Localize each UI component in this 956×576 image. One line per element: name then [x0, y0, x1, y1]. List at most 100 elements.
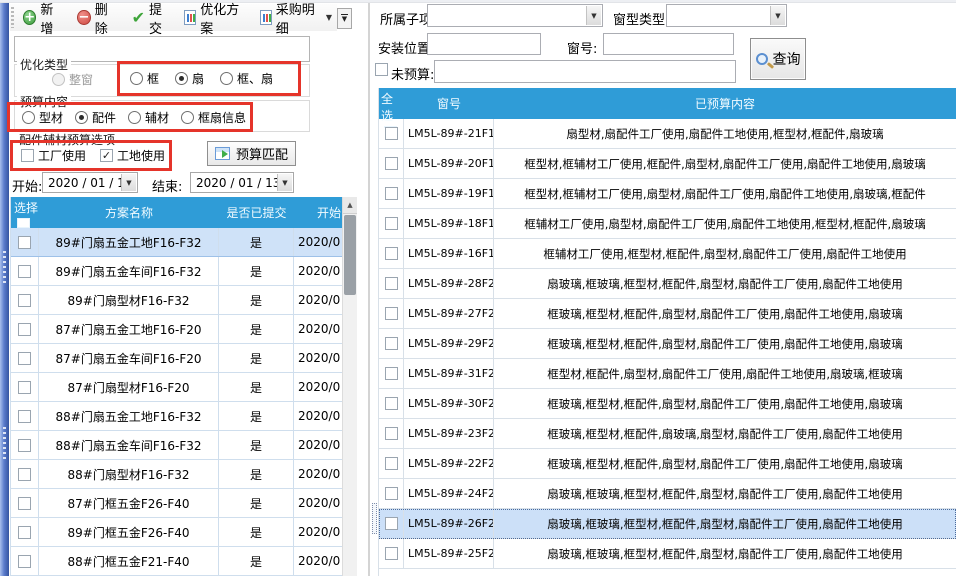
plan-row[interactable]: 87#门扇五金车间F16-F20是2020/0	[11, 344, 357, 373]
row-checkbox[interactable]	[18, 352, 31, 365]
row-checkbox[interactable]	[385, 367, 398, 380]
select-all-column-header[interactable]: 全选	[379, 88, 404, 119]
window-row[interactable]: LM5L-89#-23F21框玻璃,框型材,框配件,扇玻璃,扇型材,扇配件工厂使…	[379, 419, 956, 449]
window-row[interactable]: LM5L-89#-20F18框型材,框辅材工厂使用,框配件,扇型材,扇配件工厂使…	[379, 149, 956, 179]
select-all-checkbox[interactable]	[17, 218, 30, 228]
window-row[interactable]: LM5L-89#-24F22扇玻璃,框玻璃,框型材,框配件,扇型材,扇配件工厂使…	[379, 479, 956, 509]
row-checkbox[interactable]	[385, 187, 398, 200]
row-checkbox[interactable]	[385, 217, 398, 230]
row-checkbox[interactable]	[385, 307, 398, 320]
radio-option-扇[interactable]: 扇	[175, 70, 204, 87]
chevron-down-icon[interactable]: ▼	[277, 174, 292, 191]
plan-row[interactable]: 87#门框五金F26-F40是2020/0	[11, 489, 357, 518]
window-row[interactable]: LM5L-89#-30F28框玻璃,框型材,框配件,扇型材,扇配件工厂使用,扇配…	[379, 389, 956, 419]
toolbar-button-optimize-plan[interactable]: 优化方案	[179, 0, 251, 40]
budget-content-column-header[interactable]: 已预算内容	[494, 88, 956, 119]
dock-edge-strip[interactable]	[0, 3, 9, 576]
plan-row[interactable]: 88#门扇五金工地F16-F32是2020/0	[11, 402, 357, 431]
submitted-column-header[interactable]: 是否已提交	[219, 197, 294, 228]
radio-option-配件[interactable]: 配件	[75, 109, 116, 126]
row-checkbox[interactable]	[385, 487, 398, 500]
window-row[interactable]: LM5L-89#-16F15框辅材工厂使用,框型材,框配件,扇型材,扇配件工厂使…	[379, 239, 956, 269]
row-checkbox[interactable]	[18, 294, 31, 307]
row-checkbox[interactable]	[18, 555, 31, 568]
window-row[interactable]: LM5L-89#-29F27框玻璃,框型材,框配件,扇型材,扇配件工厂使用,扇配…	[379, 329, 956, 359]
plan-row[interactable]: 88#门扇五金车间F16-F32是2020/0	[11, 431, 357, 460]
plan-row[interactable]: 89#门扇五金车间F16-F32是2020/0	[11, 257, 357, 286]
toolbar-overflow-button[interactable]: ▼	[337, 8, 352, 29]
sub-item-dropdown[interactable]: ▼	[427, 4, 603, 27]
panel-splitter[interactable]	[368, 3, 370, 576]
select-column-header[interactable]: 选择	[11, 197, 39, 228]
no-budget-checkbox[interactable]	[375, 63, 388, 76]
chevron-down-icon[interactable]: ▼	[770, 6, 785, 25]
window-type-dropdown[interactable]: ▼	[666, 4, 787, 27]
radio-option-整窗[interactable]: 整窗	[52, 71, 93, 88]
row-checkbox[interactable]	[18, 236, 31, 249]
row-checkbox[interactable]	[385, 127, 398, 140]
scrollbar-thumb[interactable]	[344, 215, 356, 295]
scroll-up-icon[interactable]: ▲	[343, 197, 357, 214]
query-button[interactable]: 查询	[750, 38, 806, 80]
window-row[interactable]: LM5L-89#-18F16框辅材工厂使用,扇型材,扇配件工厂使用,扇配件工地使…	[379, 209, 956, 239]
row-checkbox[interactable]	[385, 547, 398, 560]
row-checkbox[interactable]	[18, 410, 31, 423]
window-row[interactable]: LM5L-89#-21F19扇型材,扇配件工厂使用,扇配件工地使用,框型材,框配…	[379, 119, 956, 149]
row-checkbox[interactable]	[385, 427, 398, 440]
plan-row[interactable]: 89#门扇五金工地F16-F32是2020/0	[11, 228, 357, 257]
start-column-header[interactable]: 开始	[294, 197, 343, 228]
row-checkbox[interactable]	[18, 381, 31, 394]
radio-option-型材[interactable]: 型材	[22, 109, 63, 126]
row-checkbox[interactable]	[18, 526, 31, 539]
chevron-down-icon[interactable]: ▼	[121, 174, 136, 191]
plan-row[interactable]: 88#门扇型材F16-F32是2020/0	[11, 460, 357, 489]
row-checkbox[interactable]	[385, 277, 398, 290]
row-checkbox[interactable]	[18, 265, 31, 278]
checkbox-option-工厂使用[interactable]: 工厂使用	[21, 147, 86, 164]
row-checkbox[interactable]	[385, 397, 398, 410]
row-checkbox[interactable]	[18, 468, 31, 481]
end-date-picker[interactable]: 2020 / 01 / 13 ▼	[190, 172, 294, 193]
window-row[interactable]: LM5L-89#-31F29框型材,框配件,扇型材,扇配件工厂使用,扇配件工地使…	[379, 359, 956, 389]
plan-name-cell: 88#门扇五金车间F16-F32	[39, 431, 219, 459]
row-checkbox[interactable]	[385, 247, 398, 260]
radio-option-框[interactable]: 框	[130, 70, 159, 87]
window-row[interactable]: LM5L-89#-22F20框玻璃,框型材,框配件,扇型材,扇配件工厂使用,扇配…	[379, 449, 956, 479]
row-checkbox[interactable]	[385, 337, 398, 350]
checkbox-option-工地使用[interactable]: 工地使用	[100, 147, 165, 164]
window-row[interactable]: LM5L-89#-27F25框玻璃,框型材,框配件,扇型材,扇配件工厂使用,扇配…	[379, 299, 956, 329]
chevron-down-icon[interactable]: ▼	[586, 6, 601, 25]
radio-option-框、扇[interactable]: 框、扇	[220, 70, 273, 87]
window-no-input[interactable]	[603, 33, 734, 55]
start-date-picker[interactable]: 2020 / 01 / 1 ▼	[42, 172, 138, 193]
toolbar-button-add[interactable]: +新增	[18, 0, 68, 40]
plan-row[interactable]: 87#门扇型材F16-F20是2020/0	[11, 373, 357, 402]
plan-row[interactable]: 88#门框五金F21-F40是2020/0	[11, 547, 357, 576]
row-checkbox[interactable]	[18, 439, 31, 452]
plan-row[interactable]: 89#门框五金F26-F40是2020/0	[11, 518, 357, 547]
row-checkbox[interactable]	[385, 157, 398, 170]
row-checkbox[interactable]	[385, 517, 398, 530]
select-cell	[11, 518, 39, 546]
row-checkbox[interactable]	[18, 323, 31, 336]
toolbar-button-delete[interactable]: −删除	[72, 0, 122, 40]
radio-option-框扇信息[interactable]: 框扇信息	[181, 109, 246, 126]
no-budget-input[interactable]	[434, 60, 736, 83]
window-row[interactable]: LM5L-89#-19F17框型材,框辅材工厂使用,扇型材,扇配件工厂使用,扇配…	[379, 179, 956, 209]
splitter-grip[interactable]	[372, 503, 377, 534]
row-checkbox[interactable]	[385, 457, 398, 470]
plan-table-scrollbar[interactable]: ▲	[342, 197, 357, 576]
toolbar-button-purchase-detail[interactable]: 采购明细▼	[255, 0, 337, 40]
plan-row[interactable]: 89#门扇型材F16-F32是2020/0	[11, 286, 357, 315]
row-checkbox[interactable]	[18, 497, 31, 510]
plan-name-column-header[interactable]: 方案名称	[39, 197, 219, 228]
install-pos-input[interactable]	[427, 33, 541, 55]
window-row[interactable]: LM5L-89#-26F24扇玻璃,框玻璃,框型材,框配件,扇型材,扇配件工厂使…	[379, 509, 956, 539]
budget-match-button[interactable]: 预算匹配	[207, 141, 296, 166]
window-row[interactable]: LM5L-89#-25F23扇玻璃,框玻璃,框型材,框配件,扇型材,扇配件工厂使…	[379, 539, 956, 569]
window-row[interactable]: LM5L-89#-28F26扇玻璃,框玻璃,框型材,框配件,扇型材,扇配件工厂使…	[379, 269, 956, 299]
plan-row[interactable]: 87#门扇五金工地F16-F20是2020/0	[11, 315, 357, 344]
radio-option-辅材[interactable]: 辅材	[128, 109, 169, 126]
window-no-column-header[interactable]: 窗号	[404, 88, 494, 119]
toolbar-button-submit[interactable]: ✔提交	[127, 0, 176, 40]
